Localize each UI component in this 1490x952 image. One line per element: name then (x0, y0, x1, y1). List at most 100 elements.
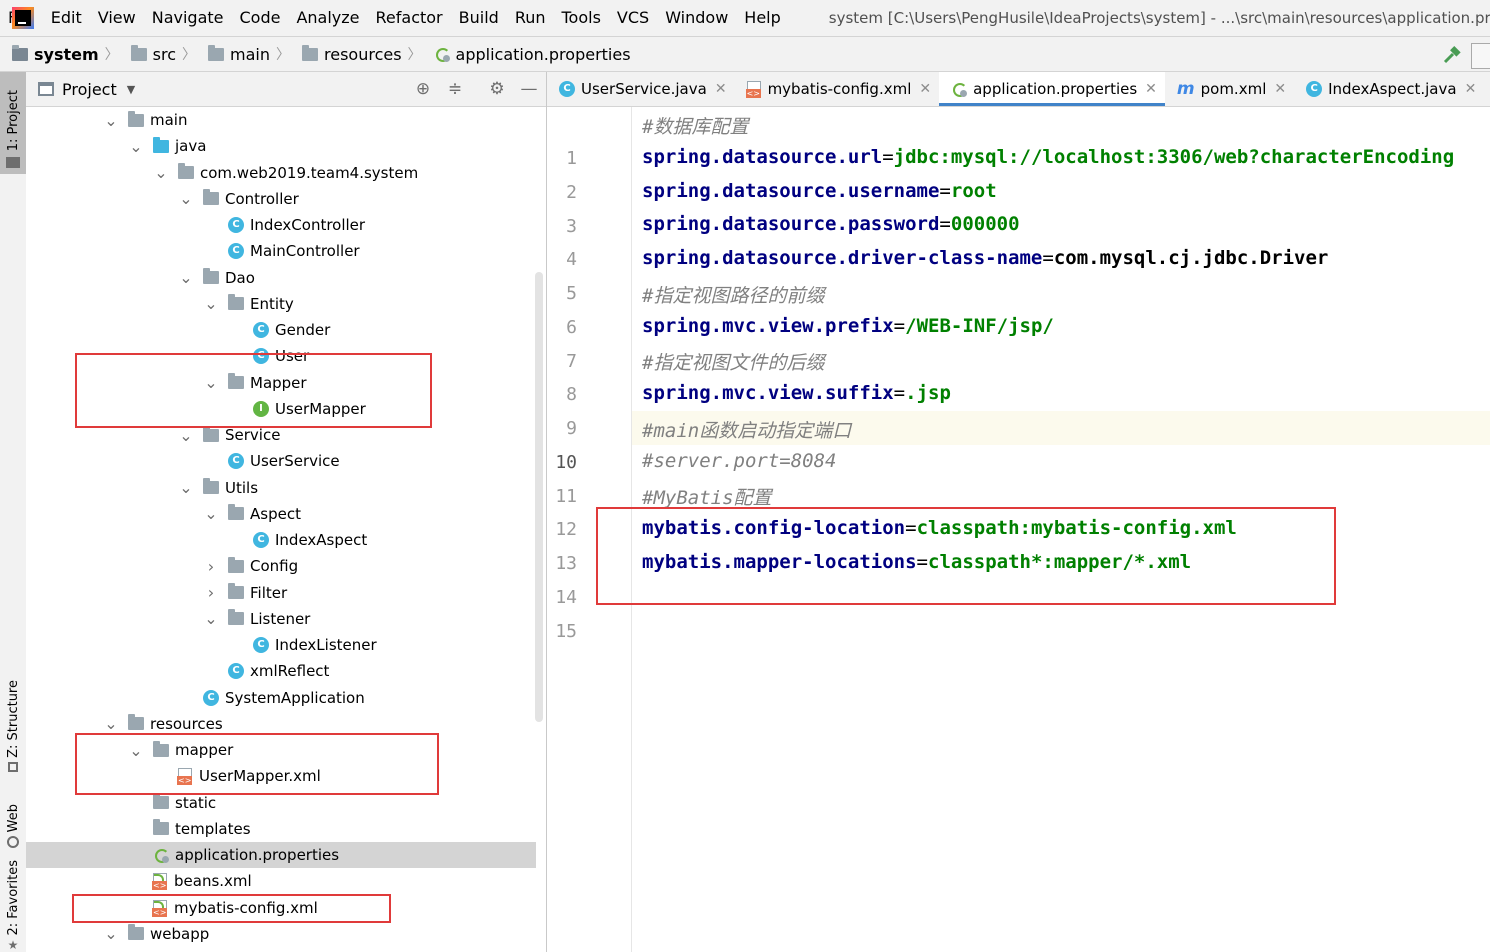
tree-item[interactable]: ⌄ Listener (26, 606, 536, 632)
tree-item[interactable]: ⌄ Entity (26, 291, 536, 317)
tree-item[interactable]: C IndexAspect (26, 527, 536, 553)
code-line[interactable]: #指定视图路径的前缀 (642, 281, 824, 308)
menu-navigate[interactable]: Navigate (144, 0, 232, 36)
locate-file-icon[interactable]: ⊕ (414, 80, 432, 98)
tree-item[interactable]: C SystemApplication (26, 685, 536, 711)
tree-item[interactable]: ⌄ Dao (26, 265, 536, 291)
star-icon: ★ (7, 938, 19, 952)
line-number: 10 (555, 451, 577, 473)
tab-overflow[interactable]: CI (1484, 72, 1490, 106)
breadcrumb-resources[interactable]: resources 〉 (302, 44, 422, 64)
close-icon[interactable]: ✕ (1145, 81, 1157, 97)
property-value: /WEB-INF/jsp/ (905, 314, 1054, 337)
tree-item[interactable]: C IndexController (26, 212, 536, 238)
chevron-down-icon[interactable]: ⌄ (179, 426, 193, 445)
tree-item-label: webapp (150, 924, 210, 943)
chevron-down-icon[interactable]: ▼ (127, 83, 135, 96)
build-hammer-icon[interactable] (1442, 45, 1462, 65)
menu-tools[interactable]: Tools (554, 0, 609, 36)
chevron-down-icon[interactable]: ⌄ (129, 137, 143, 156)
folder-icon (128, 110, 144, 127)
menu-view[interactable]: View (90, 0, 144, 36)
code-line[interactable]: #数据库配置 (642, 112, 748, 139)
tree-scrollbar[interactable] (535, 272, 543, 722)
tree-item[interactable]: beans.xml (26, 868, 536, 894)
tree-item[interactable]: C MainController (26, 238, 536, 264)
menu-code[interactable]: Code (232, 0, 289, 36)
tree-item[interactable]: ⌄ main (26, 107, 536, 133)
menu-run[interactable]: Run (507, 0, 554, 36)
menu-window[interactable]: Window (657, 0, 736, 36)
breadcrumb-main[interactable]: main 〉 (208, 44, 290, 64)
tab-userservice-java[interactable]: C UserService.java ✕ (547, 72, 735, 106)
code-line[interactable]: #main函数启动指定端口 (642, 416, 851, 443)
close-icon[interactable]: ✕ (1274, 81, 1286, 97)
chevron-down-icon[interactable]: ⌄ (179, 189, 193, 208)
gear-icon[interactable]: ⚙ (488, 80, 506, 98)
tree-item[interactable]: ⌄ java (26, 133, 536, 159)
collapse-all-icon[interactable]: ≑ (446, 80, 464, 98)
tree-item-label: Aspect (250, 504, 301, 523)
tree-item[interactable]: ⌄ Aspect (26, 501, 536, 527)
chevron-down-icon[interactable]: ⌄ (179, 478, 193, 497)
tree-item[interactable]: CxmlReflect (26, 658, 536, 684)
chevron-down-icon[interactable]: ⌄ (204, 609, 218, 628)
tab-indexaspect-java[interactable]: C IndexAspect.java ✕ (1294, 72, 1484, 106)
close-icon[interactable]: ✕ (1465, 81, 1477, 97)
chevron-right-icon[interactable]: › (204, 583, 218, 602)
tree-item[interactable]: › Config (26, 553, 536, 579)
hide-panel-icon[interactable]: — (520, 80, 538, 98)
tree-item[interactable]: C UserService (26, 448, 536, 474)
chevron-down-icon[interactable]: ⌄ (104, 111, 118, 130)
class-icon: C (1306, 81, 1323, 97)
code-line[interactable]: spring.datasource.url=jdbc:mysql://local… (642, 146, 1454, 168)
tree-item[interactable]: C Gender (26, 317, 536, 343)
code-line[interactable]: spring.mvc.view.prefix=/WEB-INF/jsp/ (642, 315, 1054, 337)
chevron-down-icon[interactable]: ⌄ (154, 163, 168, 182)
tab-mybatis-config-xml[interactable]: mybatis-config.xml✕ (735, 72, 940, 106)
tree-item[interactable]: ⌄ webapp (26, 921, 536, 947)
favorites-tool-button[interactable]: 2: Favorites ★ (0, 860, 26, 952)
menu-analyze[interactable]: Analyze (288, 0, 367, 36)
chevron-down-icon[interactable]: ⌄ (104, 924, 118, 943)
code-line[interactable]: spring.mvc.view.suffix=.jsp (642, 382, 951, 404)
tree-item[interactable]: templates (26, 816, 536, 842)
chevron-down-icon[interactable]: ⌄ (204, 294, 218, 313)
close-icon[interactable]: ✕ (715, 81, 727, 97)
close-icon[interactable]: ✕ (919, 81, 931, 97)
chevron-down-icon[interactable]: ⌄ (104, 714, 118, 733)
code-line[interactable]: spring.datasource.username=root (642, 180, 997, 202)
tree-item[interactable]: › Filter (26, 580, 536, 606)
tree-item[interactable]: ⌄ com.web2019.team4.system (26, 160, 536, 186)
folder-icon (6, 157, 20, 168)
menu-refactor[interactable]: Refactor (368, 0, 451, 36)
chevron-down-icon[interactable]: ⌄ (179, 268, 193, 287)
tab-application-properties[interactable]: application.properties ✕ (939, 72, 1165, 106)
menu-help[interactable]: Help (736, 0, 788, 36)
tab-pom-xml[interactable]: m pom.xml ✕ (1165, 72, 1294, 106)
tree-item[interactable]: ⌄ Controller (26, 186, 536, 212)
breadcrumb-src[interactable]: src 〉 (130, 44, 196, 64)
project-view-selector[interactable]: Project (62, 80, 117, 99)
chevron-right-icon[interactable]: › (204, 557, 218, 576)
code-line[interactable]: #指定视图文件的后缀 (642, 348, 824, 375)
web-tool-button[interactable]: Web (0, 792, 26, 848)
code-line[interactable]: #server.port=8084 (642, 450, 836, 472)
globe-icon (7, 836, 19, 848)
menu-edit[interactable]: Edit (43, 0, 90, 36)
tree-item[interactable]: ⌄ Utils (26, 475, 536, 501)
package-icon (203, 425, 219, 442)
project-tool-button[interactable]: 1: Project (0, 72, 26, 174)
code-line[interactable]: spring.datasource.password=000000 (642, 213, 1020, 235)
code-line[interactable]: spring.datasource.driver-class-name=com.… (642, 247, 1328, 269)
chevron-down-icon[interactable]: ⌄ (204, 504, 218, 523)
menu-vcs[interactable]: VCS (609, 0, 657, 36)
structure-tool-button[interactable]: Z: Structure (0, 672, 26, 772)
tree-item[interactable]: application.properties (26, 842, 536, 868)
breadcrumb-application-properties[interactable]: application.properties (434, 45, 631, 64)
equals-sign: = (939, 213, 951, 236)
breadcrumb-system[interactable]: system 〉 (12, 44, 119, 64)
run-config-selector[interactable] (1471, 43, 1490, 69)
menu-build[interactable]: Build (451, 0, 507, 36)
tree-item[interactable]: C IndexListener (26, 632, 536, 658)
